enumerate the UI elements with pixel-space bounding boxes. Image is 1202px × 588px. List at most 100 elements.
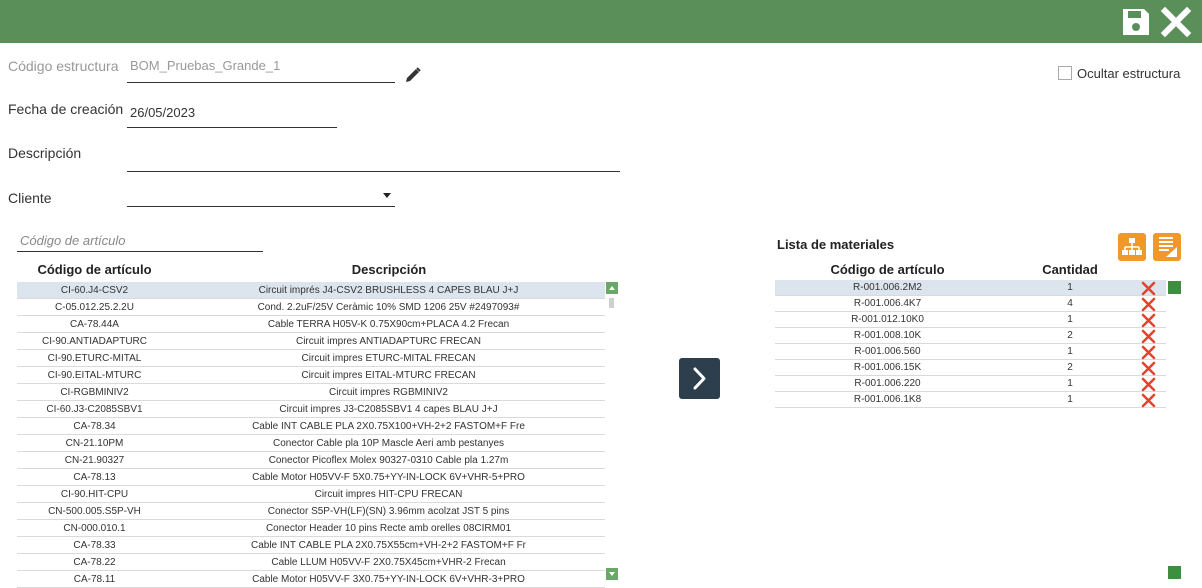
article-code: CA-78.34: [73, 421, 116, 432]
articles-scrollbar[interactable]: [606, 282, 618, 580]
ocultar-estructura-label: Ocultar estructura: [1077, 66, 1181, 81]
table-row[interactable]: CA-78.33 Cable INT CABLE PLA 2X0.75X55cm+…: [17, 537, 605, 554]
cliente-label: Cliente: [8, 190, 52, 206]
article-description: Circuit impres J3-C2085SBV1 4 capes BLAU…: [279, 404, 498, 415]
article-description: Conector Picoflex Molex 90327-0310 Cable…: [268, 455, 509, 466]
delete-x-icon[interactable]: [1141, 345, 1156, 360]
table-row[interactable]: C-05.012.25.2.2U Cond. 2.2uF/25V Ceràmic …: [17, 299, 605, 316]
article-description: Cable Motor H05VV-F 5X0.75+YY-IN-LOCK 6V…: [252, 472, 525, 483]
material-code: R-001.006.1K8: [853, 394, 922, 405]
table-row[interactable]: R-001.008.10K 2: [775, 328, 1166, 344]
close-icon[interactable]: [1160, 6, 1192, 38]
articles-header-desc: Descripción: [351, 262, 427, 277]
article-code: CI-90.EITAL-MTURC: [47, 370, 142, 381]
table-row[interactable]: R-001.006.1K8 1: [775, 392, 1166, 408]
table-row[interactable]: CN-21.90327 Conector Picoflex Molex 90327…: [17, 452, 605, 469]
delete-x-icon[interactable]: [1141, 393, 1156, 408]
article-description: Circuit imprés J4-CSV2 BRUSHLESS 4 CAPES…: [258, 285, 519, 296]
scroll-up-button[interactable]: [606, 282, 618, 294]
table-row[interactable]: CA-78.13 Cable Motor H05VV-F 5X0.75+YY-IN…: [17, 469, 605, 486]
table-row[interactable]: CN-000.010.1 Conector Header 10 pins Rect…: [17, 520, 605, 537]
table-row[interactable]: CI-90.EITAL-MTURC Circuit impres EITAL-MT…: [17, 367, 605, 384]
chevron-down-icon[interactable]: [383, 193, 391, 199]
codigo-estructura-value: BOM_Pruebas_Grande_1: [130, 58, 281, 73]
top-bar: [0, 0, 1202, 43]
material-qty: 1: [1067, 346, 1073, 357]
article-description: Circuit impres RGBMINIV2: [329, 387, 448, 398]
table-row[interactable]: R-001.006.4K7 4: [775, 296, 1166, 312]
delete-x-icon[interactable]: [1141, 281, 1156, 296]
material-code: R-001.006.15K: [853, 362, 922, 373]
article-code: CI-90.ANTIADAPTURC: [41, 336, 147, 347]
delete-x-icon[interactable]: [1141, 377, 1156, 392]
cliente-select[interactable]: [130, 190, 395, 206]
article-description: Circuit impres EITAL-MTURC FRECAN: [301, 370, 476, 381]
article-code: CI-RGBMINIV2: [60, 387, 129, 398]
material-code: R-001.006.220: [854, 378, 921, 389]
material-qty: 1: [1067, 282, 1073, 293]
table-row[interactable]: CN-500.005.S5P-VH Conector S5P-VH(LF)(SN)…: [17, 503, 605, 520]
table-row[interactable]: CI-90.ETURC-MITAL Circuit impres ETURC-MI…: [17, 350, 605, 367]
article-description: Circuit impres ANTIADAPTURC FRECAN: [295, 336, 482, 347]
article-code: CA-78.44A: [70, 319, 119, 330]
list-edit-icon: [1159, 237, 1177, 257]
delete-x-icon[interactable]: [1141, 361, 1156, 376]
add-to-list-button[interactable]: [679, 358, 720, 399]
cliente-underline: [127, 206, 395, 207]
material-code: R-001.006.2M2: [853, 282, 922, 293]
chevron-down-icon: [609, 572, 615, 576]
descripcion-label: Descripción: [8, 145, 82, 161]
materials-scroll-top[interactable]: [1168, 281, 1181, 294]
article-code: CA-78.33: [73, 540, 116, 551]
table-row[interactable]: CN-21.10PM Conector Cable pla 10P Mascle …: [17, 435, 605, 452]
table-row[interactable]: CA-78.34 Cable INT CABLE PLA 2X0.75X100+V…: [17, 418, 605, 435]
ocultar-estructura-checkbox[interactable]: [1058, 66, 1072, 80]
article-description: Cable TERRA H05V-K 0.75X90cm+PLACA 4.2 F…: [267, 319, 510, 330]
table-row[interactable]: CI-90.ANTIADAPTURC Circuit impres ANTIADA…: [17, 333, 605, 350]
article-description: Conector Cable pla 10P Mascle Aeri amb p…: [272, 438, 505, 449]
material-qty: 1: [1067, 394, 1073, 405]
table-row[interactable]: R-001.006.220 1: [775, 376, 1166, 392]
table-row[interactable]: CI-90.HIT-CPU Circuit impres HIT-CPU FREC…: [17, 486, 605, 503]
list-edit-button[interactable]: [1153, 233, 1181, 261]
fecha-creacion-input[interactable]: 26/05/2023: [130, 105, 195, 120]
material-qty: 2: [1067, 362, 1073, 373]
article-code: C-05.012.25.2.2U: [55, 302, 134, 313]
scroll-thumb[interactable]: [609, 298, 614, 308]
materials-header-qty: Cantidad: [1042, 262, 1098, 277]
article-code: CN-000.010.1: [63, 523, 126, 534]
table-row[interactable]: CA-78.44A Cable TERRA H05V-K 0.75X90cm+PL…: [17, 316, 605, 333]
article-description: Conector S5P-VH(LF)(SN) 3.96mm acolzat J…: [267, 506, 510, 517]
articulo-search-underline: [17, 251, 263, 252]
descripcion-underline: [127, 171, 620, 172]
materials-scroll-bottom[interactable]: [1168, 566, 1181, 579]
table-row[interactable]: R-001.006.2M2 1: [775, 280, 1166, 296]
table-row[interactable]: CI-RGBMINIV2 Circuit impres RGBMINIV2: [17, 384, 605, 401]
hierarchy-button[interactable]: [1118, 233, 1146, 261]
article-code: CI-90.ETURC-MITAL: [47, 353, 142, 364]
article-code: CN-500.005.S5P-VH: [48, 506, 141, 517]
article-description: Cond. 2.2uF/25V Ceràmic 10% SMD 1206 25V…: [257, 302, 520, 313]
fecha-creacion-underline: [127, 127, 337, 128]
pencil-icon[interactable]: [404, 66, 422, 84]
material-qty: 1: [1067, 314, 1073, 325]
table-row[interactable]: R-001.006.15K 2: [775, 360, 1166, 376]
table-row[interactable]: R-001.006.560 1: [775, 344, 1166, 360]
table-row[interactable]: CI-60.J3-C2085SBV1 Circuit impres J3-C208…: [17, 401, 605, 418]
scroll-down-button[interactable]: [606, 568, 618, 580]
table-row[interactable]: CA-78.22 Cable LLUM H05VV-F 2X0.75X45cm+V…: [17, 554, 605, 571]
material-qty: 1: [1067, 378, 1073, 389]
delete-x-icon[interactable]: [1141, 297, 1156, 312]
table-row[interactable]: CA-78.11 Cable Motor H05VV-F 3X0.75+YY-IN…: [17, 571, 605, 588]
articulo-search-input[interactable]: Código de artículo: [20, 233, 126, 248]
descripcion-input[interactable]: [130, 150, 620, 170]
delete-x-icon[interactable]: [1141, 313, 1156, 328]
hierarchy-icon: [1122, 238, 1142, 255]
table-row[interactable]: CI-60.J4-CSV2 Circuit imprés J4-CSV2 BRUS…: [17, 282, 605, 299]
article-description: Cable INT CABLE PLA 2X0.75X100+VH-2+2 FA…: [252, 421, 525, 432]
save-icon[interactable]: [1120, 6, 1152, 38]
table-row[interactable]: R-001.012.10K0 1: [775, 312, 1166, 328]
material-code: R-001.006.4K7: [853, 298, 922, 309]
chevron-right-icon: [693, 367, 706, 390]
delete-x-icon[interactable]: [1141, 329, 1156, 344]
